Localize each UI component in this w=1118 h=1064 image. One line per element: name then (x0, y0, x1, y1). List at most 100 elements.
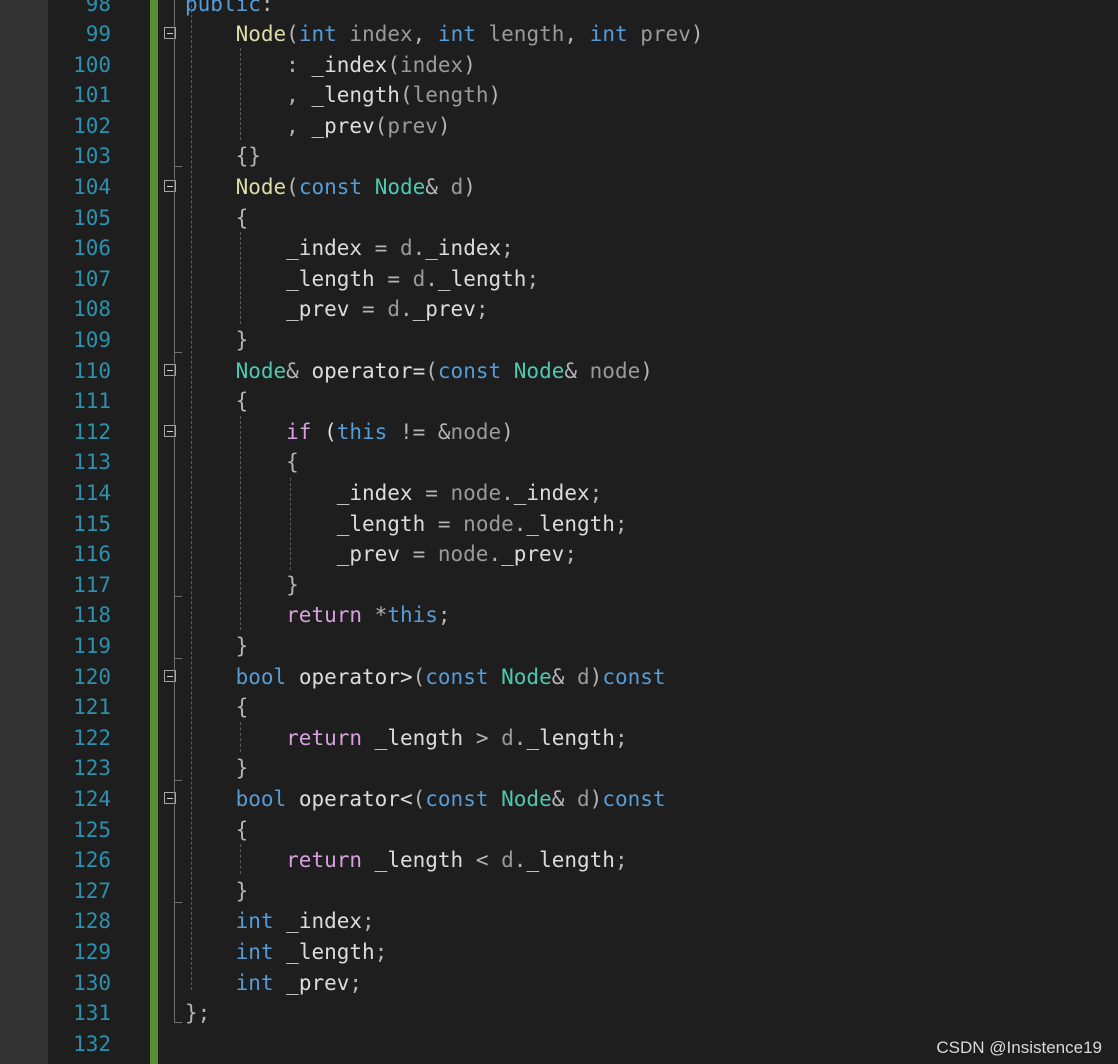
code-text: int _prev; (185, 968, 362, 999)
line-number: 104 (73, 175, 111, 200)
code-token: { (235, 817, 249, 842)
code-line[interactable]: 106 _index = d._index; (0, 233, 1118, 264)
code-line[interactable]: 107 _length = d._length; (0, 264, 1118, 295)
code-text: int _index; (185, 906, 375, 937)
code-line[interactable]: 127 } (0, 876, 1118, 907)
code-token: prev (387, 113, 438, 138)
code-token: const (298, 175, 363, 200)
code-line[interactable]: 116 _prev = node._prev; (0, 539, 1118, 570)
code-token: d (399, 236, 413, 261)
code-token: < (463, 848, 502, 873)
code-token: ; (526, 266, 540, 291)
code-line[interactable]: 101 , _length(length) (0, 80, 1118, 111)
code-line[interactable]: 120 bool operator>(const Node& d)const (0, 662, 1118, 693)
code-token: ) (463, 175, 476, 200)
code-line[interactable]: 102 , _prev(prev) (0, 111, 1118, 142)
line-number: 111 (73, 389, 111, 414)
code-token: public (185, 0, 261, 16)
code-line[interactable]: 109 } (0, 325, 1118, 356)
code-token: = (425, 511, 464, 536)
code-text: , _length(length) (185, 80, 501, 111)
code-token: . (513, 511, 527, 536)
code-line[interactable]: 119 } (0, 631, 1118, 662)
code-line[interactable]: 130 int _prev; (0, 968, 1118, 999)
code-line[interactable]: 110 Node& operator=(const Node& node) (0, 356, 1118, 387)
code-token: operator< (298, 786, 413, 811)
code-token: ; (614, 511, 628, 536)
code-line[interactable]: 118 return *this; (0, 600, 1118, 631)
code-token: int (589, 22, 628, 47)
line-number: 123 (73, 756, 111, 781)
code-token: ) (488, 83, 502, 108)
code-line[interactable]: 123 } (0, 753, 1118, 784)
code-line[interactable]: 98 public: (0, 0, 1118, 19)
code-token: ( (399, 83, 413, 108)
code-text: { (185, 447, 299, 478)
code-token: _index (336, 481, 413, 505)
code-line[interactable]: 111 { (0, 386, 1118, 417)
line-number: 99 (85, 22, 111, 47)
code-line[interactable]: 100 : _index(index) (0, 50, 1118, 81)
code-line[interactable]: 125 { (0, 815, 1118, 846)
code-line[interactable]: 122 return _length > d._length; (0, 723, 1118, 754)
code-token: d (412, 266, 426, 291)
code-line[interactable]: 113 { (0, 447, 1118, 478)
code-line[interactable]: 126 return _length < d._length; (0, 845, 1118, 876)
code-line[interactable]: 104 Node(const Node& d) (0, 172, 1118, 203)
code-line[interactable]: 108 _prev = d._prev; (0, 294, 1118, 325)
code-token: . (501, 481, 514, 505)
code-line[interactable]: 112 if (this != &node) (0, 417, 1118, 448)
line-number: 132 (73, 1031, 111, 1056)
code-token: ( (286, 22, 299, 47)
code-token: ( (311, 419, 337, 444)
code-line[interactable]: 99 Node(int index, int length, int prev) (0, 19, 1118, 50)
code-token: node (437, 542, 489, 567)
code-token: ; (437, 603, 451, 628)
code-line[interactable]: 103 {} (0, 141, 1118, 172)
code-token: & (551, 664, 578, 689)
code-line[interactable]: 115 _length = node._length; (0, 509, 1118, 540)
line-number: 98 (85, 0, 111, 16)
gt-op-indent-guide (240, 722, 241, 752)
code-token: } (235, 878, 249, 903)
code-token: prev (640, 22, 691, 47)
code-line[interactable]: 131}; (0, 998, 1118, 1029)
code-token: _length (311, 83, 400, 108)
code-token: ) (437, 113, 451, 138)
code-token: if (286, 419, 312, 444)
code-line[interactable]: 128 int _index; (0, 906, 1118, 937)
code-token: return (286, 848, 363, 873)
code-token: { (286, 450, 299, 475)
code-text: _prev = d._prev; (185, 294, 488, 325)
code-token: . (412, 236, 426, 261)
code-token: _index (513, 481, 590, 505)
code-line[interactable]: 114 _index = node._index; (0, 478, 1118, 509)
code-token: } (235, 328, 249, 353)
code-line[interactable]: 117 } (0, 570, 1118, 601)
code-token: int (235, 909, 274, 934)
code-line[interactable]: 105 { (0, 203, 1118, 234)
code-text: bool operator>(const Node& d)const (185, 662, 666, 693)
class-indent-guide (191, 0, 192, 990)
code-text: Node& operator=(const Node& node) (185, 356, 653, 387)
code-line[interactable]: 124 bool operator<(const Node& d)const (0, 784, 1118, 815)
code-line[interactable]: 121 { (0, 692, 1118, 723)
line-number: 107 (73, 266, 111, 291)
code-editor[interactable]: 98 public: 99 Node(int index, int length, … (0, 0, 1118, 1059)
code-token: & (425, 175, 451, 200)
code-text: } (185, 753, 249, 784)
code-text: { (185, 203, 249, 234)
code-line[interactable]: 129 int _length; (0, 937, 1118, 968)
